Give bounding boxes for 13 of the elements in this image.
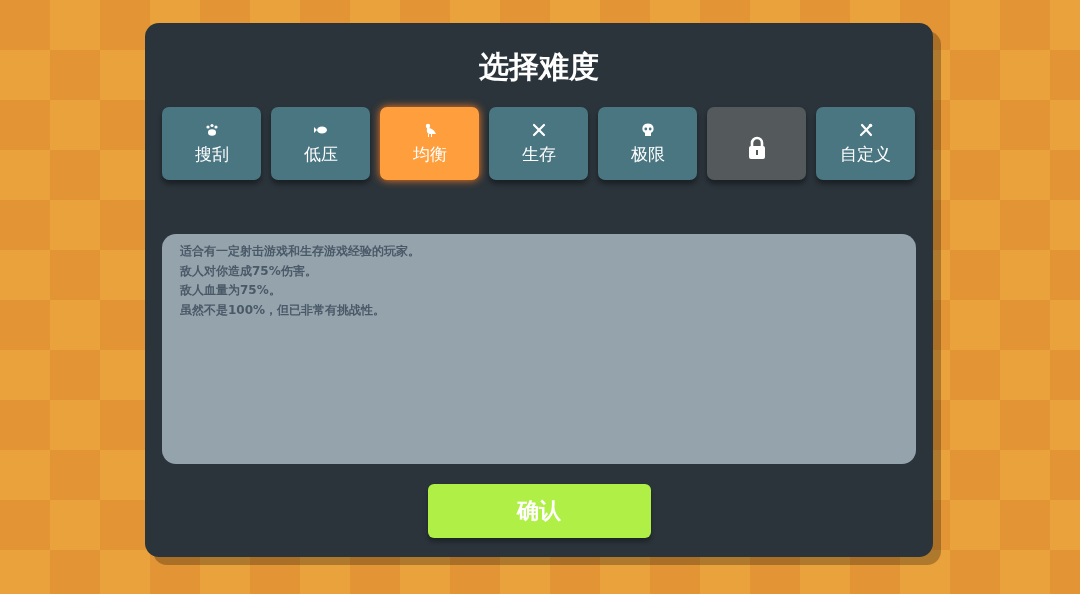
dialog-title: 选择难度	[479, 48, 599, 86]
difficulty-tab[interactable]: 自定义	[816, 107, 915, 180]
difficulty-tab[interactable]: 生存	[489, 107, 588, 180]
difficulty-tab[interactable]	[707, 107, 806, 180]
difficulty-tab[interactable]: 低压	[271, 107, 370, 180]
description-line: 适合有一定射击游戏和生存游戏经验的玩家。	[180, 243, 420, 260]
difficulty-tab[interactable]: 搜刮	[162, 107, 261, 180]
description-line: 敌人血量为75%。	[180, 282, 281, 299]
description-line: 虽然不是100%，但已非常有挑战性。	[180, 301, 386, 319]
lock-icon	[746, 135, 767, 160]
difficulty-tab[interactable]: 极限	[598, 107, 697, 180]
skull-icon	[639, 121, 656, 138]
description-line: 敌人对你造成75%伤害。	[180, 262, 317, 280]
